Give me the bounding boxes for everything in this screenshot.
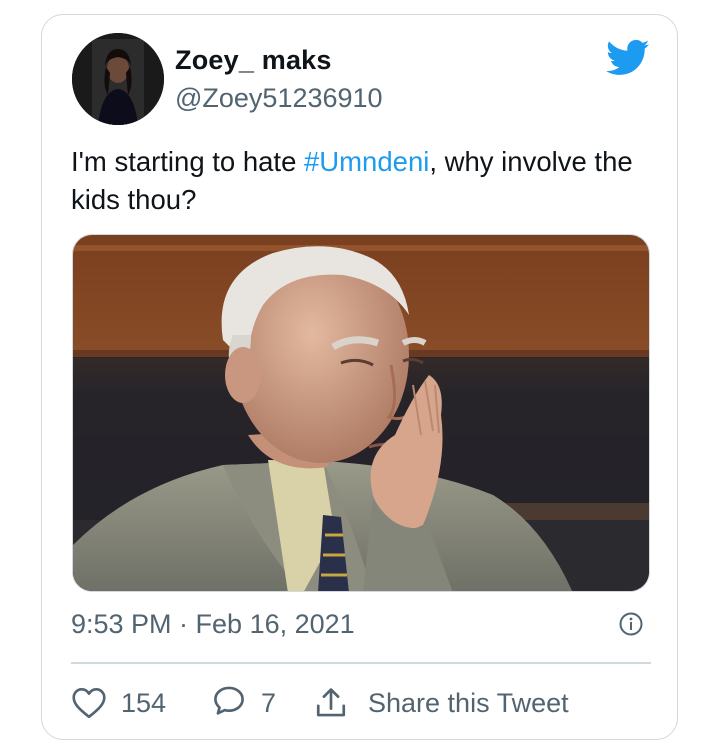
tweet-text: I'm starting to hate #Umndeni, why invol… (71, 143, 661, 219)
heart-icon (71, 687, 107, 719)
reply-icon (211, 686, 247, 720)
reply-button[interactable]: 7 (211, 686, 314, 720)
avatar[interactable] (72, 33, 164, 125)
reply-count: 7 (261, 687, 277, 718)
action-bar: 154 7 Share this Tweet (71, 683, 569, 723)
user-handle[interactable]: @Zoey51236910 (175, 83, 383, 114)
tweet-text-before: I'm starting to hate (71, 146, 304, 177)
share-label: Share this Tweet (368, 687, 569, 718)
tweet-media-photo[interactable] (72, 234, 650, 592)
twitter-bird-icon[interactable] (606, 39, 650, 77)
share-icon (314, 686, 348, 720)
divider (71, 662, 651, 664)
info-icon[interactable] (619, 612, 643, 636)
share-button[interactable]: Share this Tweet (314, 686, 569, 720)
tweet-card: Zoey_ maks @Zoey51236910 I'm starting to… (41, 14, 678, 740)
tweet-timestamp[interactable]: 9:53 PM · Feb 16, 2021 (71, 609, 355, 640)
display-name[interactable]: Zoey_ maks (175, 45, 332, 76)
like-count: 154 (121, 687, 167, 718)
like-button[interactable]: 154 (71, 687, 211, 719)
hashtag-link[interactable]: #Umndeni (304, 146, 429, 177)
